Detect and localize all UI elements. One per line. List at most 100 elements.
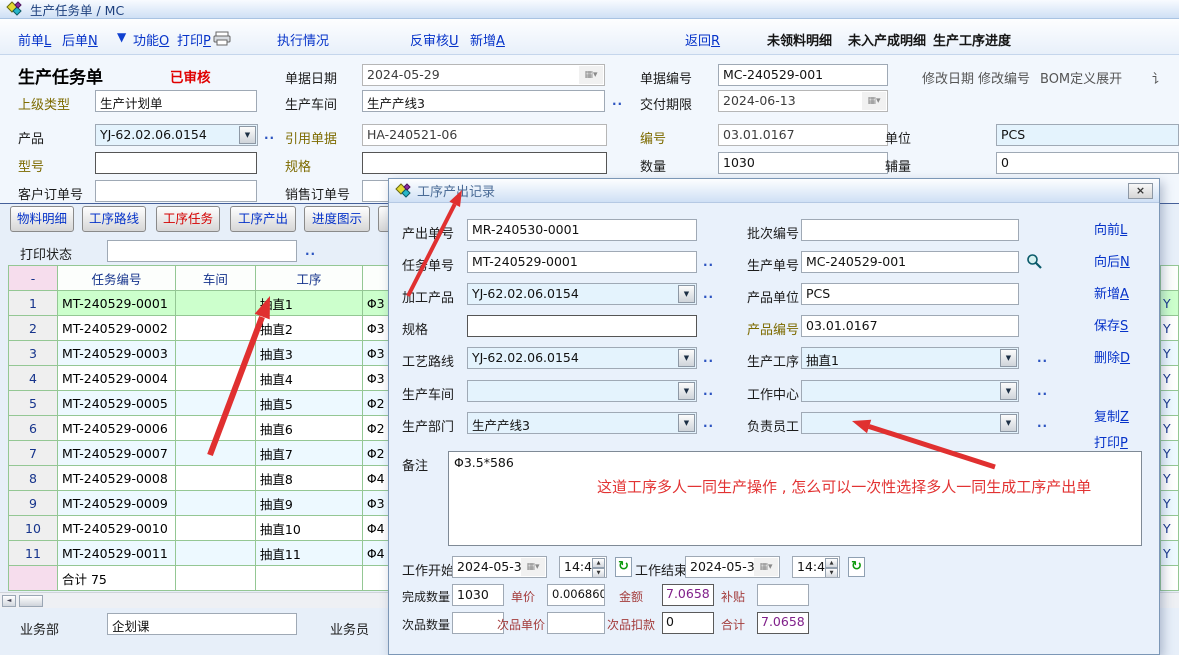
sum-field[interactable]: 7.0658 — [757, 612, 809, 634]
process-cell[interactable]: 抽直11 — [255, 541, 362, 566]
scrollbar-thumb[interactable] — [19, 595, 43, 607]
tab-process-task[interactable]: 工序任务 — [156, 206, 220, 232]
tab-process-route[interactable]: 工序路线 — [82, 206, 146, 232]
model-field[interactable] — [95, 152, 257, 174]
spec-field[interactable] — [362, 152, 607, 174]
chevron-down-icon[interactable] — [678, 414, 695, 432]
workshop-cell[interactable] — [175, 491, 255, 516]
employee-combo[interactable] — [801, 412, 1019, 434]
print-state-picker-button[interactable]: .. — [305, 244, 316, 258]
customer-order-field[interactable] — [95, 180, 257, 202]
calendar-icon[interactable] — [754, 558, 778, 576]
task-no-cell[interactable]: MT-240529-0010 — [57, 516, 175, 541]
task-no-cell[interactable]: MT-240529-0007 — [57, 441, 175, 466]
remark-textarea[interactable]: Φ3.5*586 这道工序多人一同生产操作 , 怎么可以一次性选择多人一同生成工… — [448, 451, 1142, 546]
chevron-down-icon[interactable] — [678, 285, 695, 303]
flag-cell[interactable]: Y — [1160, 416, 1178, 441]
flag-cell[interactable]: Y — [1160, 441, 1178, 466]
employee-picker-button[interactable]: .. — [1037, 416, 1048, 430]
subsidy-field[interactable] — [757, 584, 809, 606]
route-picker-button[interactable]: .. — [703, 351, 714, 365]
batch-no-field[interactable] — [801, 219, 1019, 241]
work-end-date-field[interactable]: 2024-05-30 — [685, 556, 780, 578]
chevron-down-icon[interactable] — [1000, 382, 1017, 400]
ref-doc-field[interactable]: HA-240521-06 — [362, 124, 607, 146]
task-no-cell[interactable]: MT-240529-0008 — [57, 466, 175, 491]
back-button[interactable]: 返回R — [685, 30, 720, 49]
time-spinner[interactable] — [825, 558, 838, 576]
work-center-combo[interactable] — [801, 380, 1019, 402]
spinner-down-icon[interactable] — [592, 568, 605, 578]
output-no-field[interactable]: MR-240530-0001 — [467, 219, 697, 241]
refresh-time-icon[interactable] — [848, 557, 865, 577]
unaudit-button[interactable]: 反审核U — [410, 30, 459, 49]
done-qty-field[interactable]: 1030 — [452, 584, 504, 606]
process-picker-button[interactable]: .. — [1037, 351, 1048, 365]
deadline-field[interactable]: 2024-06-13 — [718, 90, 888, 112]
workshop-cell[interactable] — [175, 541, 255, 566]
aux-qty-field[interactable]: 0 — [996, 152, 1179, 174]
workshop-picker-button[interactable]: .. — [612, 94, 623, 108]
business-dept-field[interactable]: 企划课 — [107, 613, 297, 635]
dialog-add-button[interactable]: 新增A — [1094, 283, 1129, 302]
calendar-icon[interactable] — [862, 92, 886, 110]
parent-type-field[interactable]: 生产计划单 — [95, 90, 257, 112]
task-no-cell[interactable]: MT-240529-0001 — [57, 291, 175, 316]
task-no-cell[interactable]: MT-240529-0011 — [57, 541, 175, 566]
route-combo[interactable]: YJ-62.02.06.0154 — [467, 347, 697, 369]
dialog-print-button[interactable]: 打印P — [1094, 432, 1128, 451]
process-cell[interactable]: 抽直7 — [255, 441, 362, 466]
workshop-cell[interactable] — [175, 416, 255, 441]
refresh-time-icon[interactable] — [615, 557, 632, 577]
task-no-cell[interactable]: MT-240529-0005 — [57, 391, 175, 416]
defect-price-field[interactable] — [547, 612, 605, 634]
flag-cell[interactable]: Y — [1160, 316, 1178, 341]
unpicked-material-button[interactable]: 未领料明细 — [767, 30, 832, 49]
print-state-field[interactable] — [107, 240, 297, 262]
close-icon[interactable] — [1128, 183, 1153, 199]
next-doc-button[interactable]: 后单N — [62, 30, 98, 49]
printer-icon[interactable] — [213, 31, 231, 46]
chevron-down-icon[interactable] — [1000, 349, 1017, 367]
process-cell[interactable]: 抽直10 — [255, 516, 362, 541]
search-icon[interactable] — [1026, 253, 1043, 270]
process-cell[interactable]: 抽直4 — [255, 366, 362, 391]
exec-status-button[interactable]: 执行情况 — [277, 30, 329, 49]
workshop-cell[interactable] — [175, 391, 255, 416]
amount-field[interactable]: 7.0658 — [662, 584, 714, 606]
dlg-workshop-picker-button[interactable]: .. — [703, 384, 714, 398]
unfinished-product-button[interactable]: 未入产成明细 — [848, 30, 926, 49]
process-combo[interactable]: 抽直1 — [801, 347, 1019, 369]
work-end-time-field[interactable]: 14:49 — [792, 556, 840, 578]
flag-cell[interactable]: Y — [1160, 341, 1178, 366]
task-picker-button[interactable]: .. — [703, 255, 714, 269]
chevron-down-icon[interactable] — [678, 382, 695, 400]
product-combo[interactable]: YJ-62.02.06.0154 — [95, 124, 258, 146]
spinner-up-icon[interactable] — [592, 558, 605, 568]
flag-cell[interactable]: Y — [1160, 491, 1178, 516]
chevron-down-icon[interactable] — [1000, 414, 1017, 432]
tab-progress-chart[interactable]: 进度图示 — [304, 206, 370, 232]
function-menu-button[interactable]: 功能O — [133, 30, 169, 49]
flag-cell[interactable]: Y — [1160, 391, 1178, 416]
spinner-up-icon[interactable] — [825, 558, 838, 568]
print-button[interactable]: 打印P — [177, 30, 211, 49]
prod-no-field[interactable]: MC-240529-001 — [801, 251, 1019, 273]
defect-deduct-field[interactable]: 0 — [662, 612, 714, 634]
task-no-field[interactable]: MT-240529-0001 — [467, 251, 697, 273]
workshop-cell[interactable] — [175, 516, 255, 541]
product-code-field[interactable]: 03.01.0167 — [801, 315, 1019, 337]
workshop-cell[interactable] — [175, 341, 255, 366]
product-unit-field[interactable]: PCS — [801, 283, 1019, 305]
flag-cell[interactable]: Y — [1160, 541, 1178, 566]
dlg-workshop-combo[interactable] — [467, 380, 697, 402]
code-field[interactable]: 03.01.0167 — [718, 124, 888, 146]
bom-expand-link[interactable]: BOM定义展开 — [1040, 68, 1122, 87]
modify-date-link[interactable]: 修改日期 — [922, 68, 974, 87]
tab-material-detail[interactable]: 物料明细 — [10, 206, 74, 232]
prod-dept-picker-button[interactable]: .. — [703, 416, 714, 430]
task-no-cell[interactable]: MT-240529-0002 — [57, 316, 175, 341]
work-start-date-field[interactable]: 2024-05-30 — [452, 556, 547, 578]
dialog-titlebar[interactable]: 工序产出记录 — [389, 179, 1159, 203]
task-no-cell[interactable]: MT-240529-0004 — [57, 366, 175, 391]
